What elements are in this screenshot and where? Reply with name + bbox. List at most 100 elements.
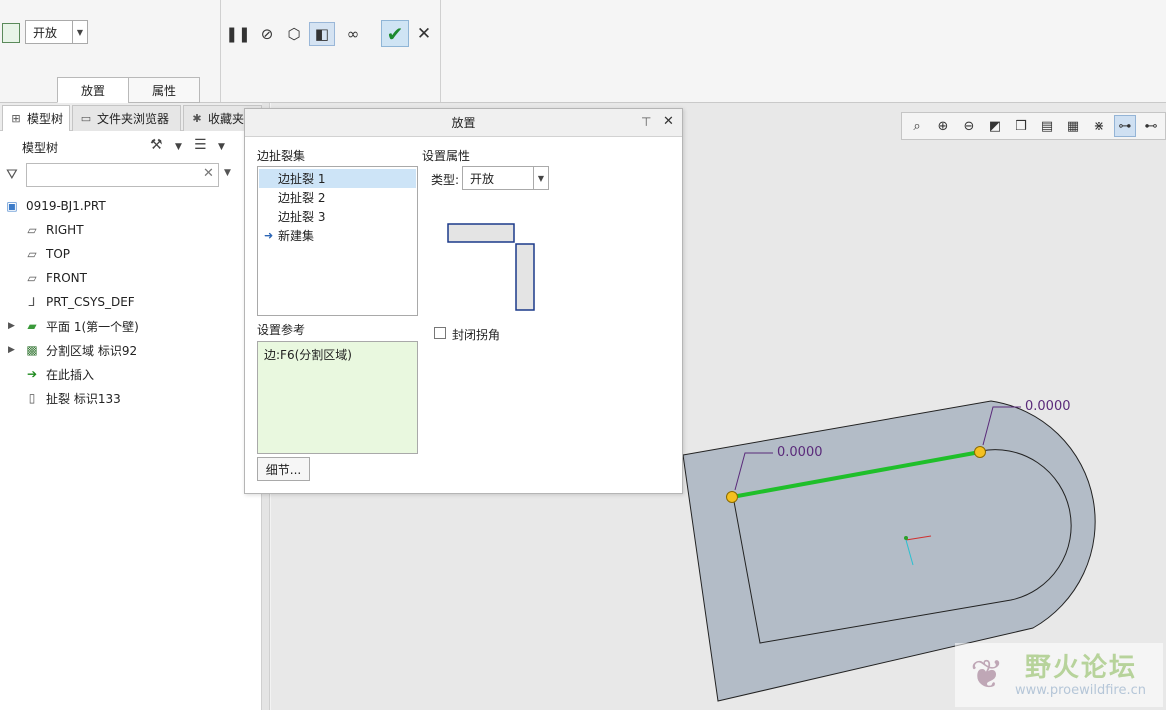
tree-item-insert-here[interactable]: ➔ 在此插入 [24,363,94,385]
type-select[interactable]: 开放 ▼ [462,166,549,190]
tree-item-right[interactable]: ▱ RIGHT [24,219,84,241]
tree-item-split-region[interactable]: ▶ ▩ 分割区域 标识92 [8,339,137,361]
pause-button[interactable]: ❚❚ [225,22,251,46]
favorites-icon: ✱ [192,112,202,125]
annotation-icon: ⊶ [1118,118,1132,134]
checkmark-icon: ✔ [386,21,404,46]
annotation-display-button[interactable]: ⊶ [1114,115,1136,137]
zoom-in-button[interactable]: ⊕ [932,115,954,137]
arrow-right-icon: ➜ [264,229,274,242]
rip-type-icon [2,23,20,43]
watermark-url: www.proewildfire.cn [1015,683,1146,698]
tab-placement[interactable]: 放置 [57,77,129,103]
close-corner-checkbox[interactable] [434,327,446,339]
refit-button[interactable]: ⌕ [906,115,928,137]
details-button[interactable]: 细节... [257,457,310,481]
verify-button[interactable]: ◧ [309,22,335,46]
close-corner-label: 封闭拐角 [452,328,501,342]
tree-item-label: RIGHT [46,223,84,237]
tree-item-label: 分割区域 标识92 [46,343,138,358]
tree-item-part[interactable]: ▣ 0919-BJ1.PRT [4,195,105,217]
tree-item-wall[interactable]: ▶ ▰ 平面 1(第一个壁) [8,315,139,337]
zoom-out-button[interactable]: ⊖ [958,115,980,137]
camera-icon: ▦ [1066,118,1080,134]
new-set-item[interactable]: ➜ 新建集 [259,226,416,245]
tab-model-tree-label: 模型树 [27,112,64,126]
split-region-icon: ▩ [26,343,38,357]
no-preview-button[interactable]: ⊘ [254,22,280,46]
edge-endpoint-handle[interactable] [726,491,738,503]
preview-icon: ⬡ [287,25,301,43]
tab-properties[interactable]: 属性 [128,77,200,103]
verify-icon: ◧ [314,25,330,43]
chevron-down-icon: ▼ [72,21,87,43]
tree-header: 模型树 ⚒ ▼ ☰ ▼ [0,133,262,161]
reference-collector[interactable]: 边:F6(分割区域) [257,341,418,454]
cancel-button[interactable]: ✕ [413,22,435,46]
pause-icon: ❚❚ [225,25,251,43]
rip-set-list[interactable]: 边扯裂 1 边扯裂 2 边扯裂 3 ➜ 新建集 [257,166,418,316]
tree-item-rip[interactable]: ▯ 扯裂 标识133 [24,387,121,409]
edge-endpoint-handle[interactable] [974,446,986,458]
chevron-down-icon[interactable]: ▼ [175,142,182,152]
navigator-tabs: ⊞ 模型树 ▭ 文件夹浏览器 ✱ 收藏夹 [0,103,262,131]
type-label: 类型: [431,173,460,187]
properties-label: 设置属性 [422,149,471,163]
close-icon: ✕ [416,24,432,44]
tree-item-front[interactable]: ▱ FRONT [24,267,87,289]
new-set-label: 新建集 [278,229,315,243]
type-select-value: 开放 [470,171,495,186]
dialog-title[interactable]: 放置 [245,109,682,137]
tree-icon: ⊞ [11,112,21,125]
dimension-label[interactable]: 0.0000 [1025,399,1071,414]
datum-display-icon: ⋇ [1093,118,1105,134]
datum-display-button[interactable]: ⋇ [1088,115,1110,137]
zoom-in-icon: ⊕ [937,118,949,134]
tab-model-tree[interactable]: ⊞ 模型树 [2,105,70,131]
ok-button[interactable]: ✔ [381,20,409,47]
expand-icon[interactable]: ▶ [8,321,18,331]
preview-button[interactable]: ⬡ [281,22,307,46]
spin-center-button[interactable]: ⊷ [1140,115,1162,137]
close-icon[interactable]: ✕ [663,114,674,129]
zoom-out-icon: ⊖ [963,118,975,134]
tree-item-label: FRONT [46,271,87,285]
repaint-button[interactable]: ◩ [984,115,1006,137]
ribbon-divider [440,0,441,102]
chevron-down-icon[interactable]: ▼ [218,142,225,152]
rip-sets-label: 边扯裂集 [257,149,306,163]
clear-icon[interactable]: ✕ [203,166,214,181]
saved-views-button[interactable]: ▤ [1036,115,1058,137]
glasses-preview-button[interactable]: ∞ [340,22,366,46]
placement-dialog: 放置 ⊤ ✕ 边扯裂集 边扯裂 1 边扯裂 2 边扯裂 3 ➜ 新建集 设置属性… [244,108,683,494]
graphics-toolbar: ⌕ ⊕ ⊖ ◩ ❒ ▤ ▦ ⋇ ⊶ ⊷ [901,112,1166,140]
tab-folder-browser-label: 文件夹浏览器 [97,112,170,126]
watermark-name: 野火论坛 [1025,653,1138,683]
datum-plane-icon: ▱ [27,271,37,285]
tools-icon[interactable]: ⚒ [150,137,163,153]
rip-type-preview [447,223,535,311]
list-item-rip-set[interactable]: 边扯裂 2 [259,188,416,207]
display-style-button[interactable]: ❒ [1010,115,1032,137]
tab-favorites-label: 收藏夹 [208,112,245,126]
watermark-logo-icon: ❦ [970,652,1004,698]
tree-title: 模型树 [22,141,59,155]
filter-input[interactable] [26,163,219,187]
rip-type-value: 开放 [33,25,58,40]
tree-item-label: PRT_CSYS_DEF [46,295,135,309]
tree-item-csys[interactable]: ⅃ PRT_CSYS_DEF [24,291,135,313]
list-item-rip-set[interactable]: 边扯裂 1 [259,169,416,188]
rip-type-select[interactable]: 开放 ▼ [25,20,88,44]
tab-folder-browser[interactable]: ▭ 文件夹浏览器 [72,105,181,131]
expand-icon[interactable]: ▶ [8,345,18,355]
view-manager-button[interactable]: ▦ [1062,115,1084,137]
model-tree-panel: ⊞ 模型树 ▭ 文件夹浏览器 ✱ 收藏夹 模型树 ⚒ ▼ ☰ ▼ ⛛ ✕ ▼ ▣… [0,103,262,710]
chevron-down-icon[interactable]: ▼ [224,168,231,178]
tree-item-label: TOP [46,247,71,261]
settings-list-icon[interactable]: ☰ [194,137,207,153]
pin-icon[interactable]: ⊤ [641,115,651,129]
tree-item-top[interactable]: ▱ TOP [24,243,70,265]
dimension-label[interactable]: 0.0000 [777,445,823,460]
tree-item-label: 扯裂 标识133 [46,391,121,406]
list-item-rip-set[interactable]: 边扯裂 3 [259,207,416,226]
